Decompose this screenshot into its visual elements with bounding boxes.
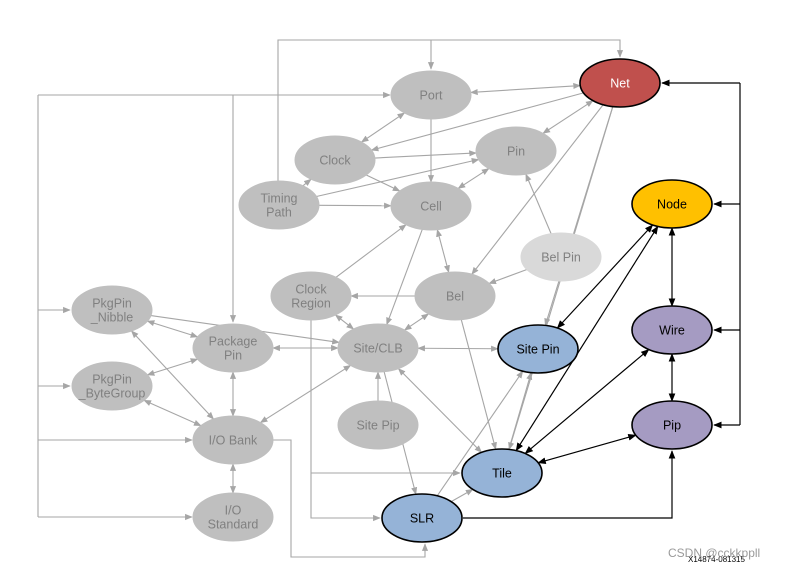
node-site-label: Site/CLB bbox=[353, 342, 402, 356]
edge-cell-pin bbox=[457, 168, 490, 189]
edge-pip-tile bbox=[537, 434, 637, 464]
node-net-label: Net bbox=[610, 77, 630, 91]
node-bel[interactable]: Bel bbox=[414, 271, 496, 321]
node-cell-label: Cell bbox=[420, 200, 442, 214]
edge-port-clock bbox=[360, 112, 406, 143]
node-sitepin[interactable]: Site Pin bbox=[497, 324, 579, 374]
edge-bel-tile bbox=[460, 319, 497, 451]
edge-bytegroup-pkgpin bbox=[146, 358, 199, 376]
node-tile[interactable]: Tile bbox=[461, 448, 543, 498]
edge-cell-bel bbox=[436, 228, 450, 274]
node-pin-label: Pin bbox=[507, 145, 525, 159]
node-clkreg[interactable]: ClockRegion bbox=[270, 271, 352, 321]
node-sitepip-label: Site Pip bbox=[356, 419, 399, 433]
node-nibble-label: PkgPin bbox=[92, 297, 132, 311]
node-pin[interactable]: Pin bbox=[475, 126, 557, 176]
edge-site-iobank bbox=[259, 364, 352, 424]
node-iostd[interactable]: I/OStandard bbox=[192, 492, 274, 542]
nodes: Port Net Clock Pin TimingPath Cell Node Bel Pin… bbox=[71, 58, 713, 543]
node-port[interactable]: Port bbox=[390, 70, 472, 120]
node-timing-label: Path bbox=[266, 206, 292, 220]
edge-nibble-pkgpin bbox=[146, 320, 199, 338]
node-node-label: Node bbox=[657, 198, 687, 212]
edge-port-net bbox=[470, 82, 581, 96]
node-cell[interactable]: Cell bbox=[390, 181, 472, 231]
edge-bel-site bbox=[403, 313, 430, 331]
edge-site-sitepin bbox=[417, 345, 499, 352]
node-clkreg-label: Region bbox=[291, 297, 331, 311]
node-iobank-label: I/O Bank bbox=[209, 434, 258, 448]
edge-clock-pin bbox=[374, 150, 477, 159]
edge-tile-sitepin bbox=[508, 371, 533, 450]
node-bytegroup-label: _ByteGroup bbox=[78, 387, 146, 401]
node-sitepip[interactable]: Site Pip bbox=[337, 400, 419, 450]
node-pkgpin-label: Pin bbox=[224, 349, 242, 363]
node-nibble[interactable]: PkgPin_Nibble bbox=[71, 285, 153, 335]
node-sitepin-label: Site Pin bbox=[516, 343, 559, 357]
node-pkgpin-label: Package bbox=[209, 335, 258, 349]
edge-clock-cell bbox=[366, 174, 401, 192]
node-bytegroup[interactable]: PkgPin_ByteGroup bbox=[71, 361, 153, 411]
node-pip-label: Pip bbox=[663, 419, 681, 433]
edge-clkreg-cell bbox=[335, 224, 407, 278]
node-iostd-label: Standard bbox=[208, 518, 259, 532]
node-timing-label: Timing bbox=[260, 192, 297, 206]
object-relationship-diagram: Port Net Clock Pin TimingPath Cell Node Bel Pin… bbox=[37, 39, 741, 558]
edge-cell-site bbox=[386, 229, 423, 326]
node-bytegroup-label: PkgPin bbox=[92, 373, 132, 387]
node-slr-label: SLR bbox=[410, 512, 434, 526]
edge-belpin-bel bbox=[488, 269, 528, 284]
node-timing[interactable]: TimingPath bbox=[238, 180, 320, 230]
node-wire[interactable]: Wire bbox=[631, 305, 713, 355]
node-iobank[interactable]: I/O Bank bbox=[192, 415, 274, 465]
watermark: CSDN @cckkppll bbox=[668, 546, 761, 560]
node-belpin[interactable]: Bel Pin bbox=[520, 232, 602, 282]
edge-bytegroup-iobank bbox=[143, 399, 202, 427]
node-pkgpin[interactable]: PackagePin bbox=[192, 323, 274, 373]
node-clock[interactable]: Clock bbox=[294, 135, 376, 185]
node-node[interactable]: Node bbox=[631, 179, 713, 229]
edge-belpin-pin bbox=[525, 173, 552, 234]
node-wire-label: Wire bbox=[659, 324, 685, 338]
edge-site-tile bbox=[397, 368, 483, 453]
node-net[interactable]: Net bbox=[579, 58, 661, 108]
node-clkreg-label: Clock bbox=[295, 283, 327, 297]
node-belpin-label: Bel Pin bbox=[541, 251, 581, 265]
edge-timing-clock bbox=[302, 178, 312, 187]
edge-slr-tile bbox=[450, 488, 474, 503]
edge-clkreg-site bbox=[334, 314, 355, 330]
node-pip[interactable]: Pip bbox=[631, 400, 713, 450]
node-iostd-label: I/O bbox=[225, 504, 242, 518]
node-port-label: Port bbox=[420, 89, 443, 103]
node-nibble-label: _Nibble bbox=[90, 311, 133, 325]
node-tile-label: Tile bbox=[492, 467, 512, 481]
node-bel-label: Bel bbox=[446, 290, 464, 304]
node-slr[interactable]: SLR bbox=[381, 493, 463, 543]
node-clock-label: Clock bbox=[319, 154, 351, 168]
node-site[interactable]: Site/CLB bbox=[337, 323, 419, 373]
